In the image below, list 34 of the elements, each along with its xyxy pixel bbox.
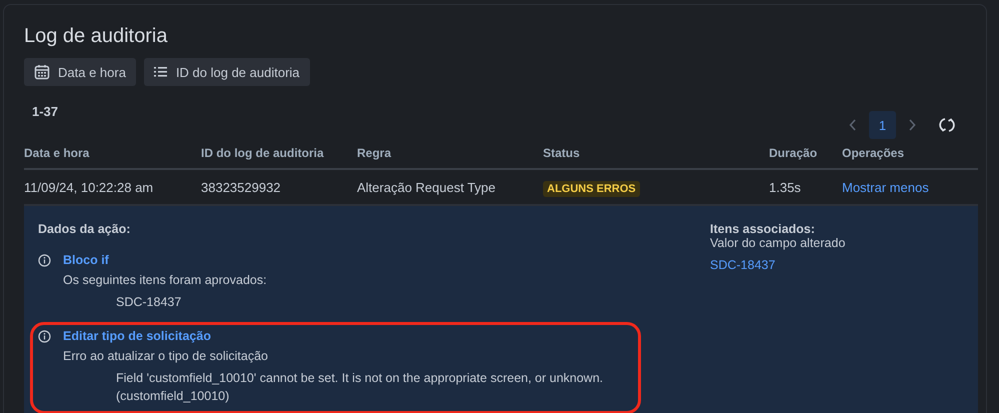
table-cell-text: 38323529932 (201, 180, 282, 194)
column-header: Operações (842, 146, 906, 160)
toggle-link[interactable]: Mostrar menos (842, 180, 929, 194)
column-header: Regra (357, 146, 392, 160)
calendar-icon (34, 64, 50, 80)
details-heading: Dados da ação: (38, 222, 132, 236)
next-page-icon[interactable] (908, 119, 916, 131)
status-badge: ALGUNS ERROS (543, 180, 640, 196)
action-link[interactable]: Editar tipo de solicitação (63, 329, 211, 344)
page-button[interactable]: 1 (869, 111, 896, 139)
table-cell-text: 1.35s (769, 180, 802, 194)
action-detail: SDC-18437 (115, 294, 182, 311)
associated-heading: Itens associados: (710, 222, 816, 236)
info-icon (38, 254, 51, 266)
list-icon (154, 66, 168, 78)
action-detail: Field 'customfield_10010' cannot be set. It is not on the appropriate screen, or unknown. (customfield_10010) (115, 370, 604, 406)
filter-button[interactable]: ID do log de auditoria (144, 58, 310, 86)
column-header: Status (543, 146, 581, 160)
action-description: Erro ao atualizar o tipo de solicitação (62, 349, 269, 364)
page-title: Log de auditoria (24, 25, 168, 48)
previous-page-icon[interactable] (849, 119, 857, 131)
action-link[interactable]: Bloco if (63, 253, 109, 267)
filter-button[interactable]: Data e hora (24, 58, 136, 86)
associated-subtitle: Valor do campo alterado (710, 236, 846, 250)
result-range: 1-37 (31, 104, 58, 119)
table-cell-text: Alteração Request Type (357, 180, 497, 194)
table-cell-text: 11/09/24, 10:22:28 am (24, 180, 154, 194)
column-header: Duração (769, 146, 818, 160)
action-description: Os seguintes itens foram aprovados: (62, 273, 268, 287)
column-header: ID do log de auditoria (201, 146, 325, 160)
column-header: Data e hora (24, 146, 90, 160)
info-icon (38, 330, 51, 343)
issue-link[interactable]: SDC-18437 (710, 258, 776, 272)
refresh-icon[interactable] (938, 116, 956, 134)
